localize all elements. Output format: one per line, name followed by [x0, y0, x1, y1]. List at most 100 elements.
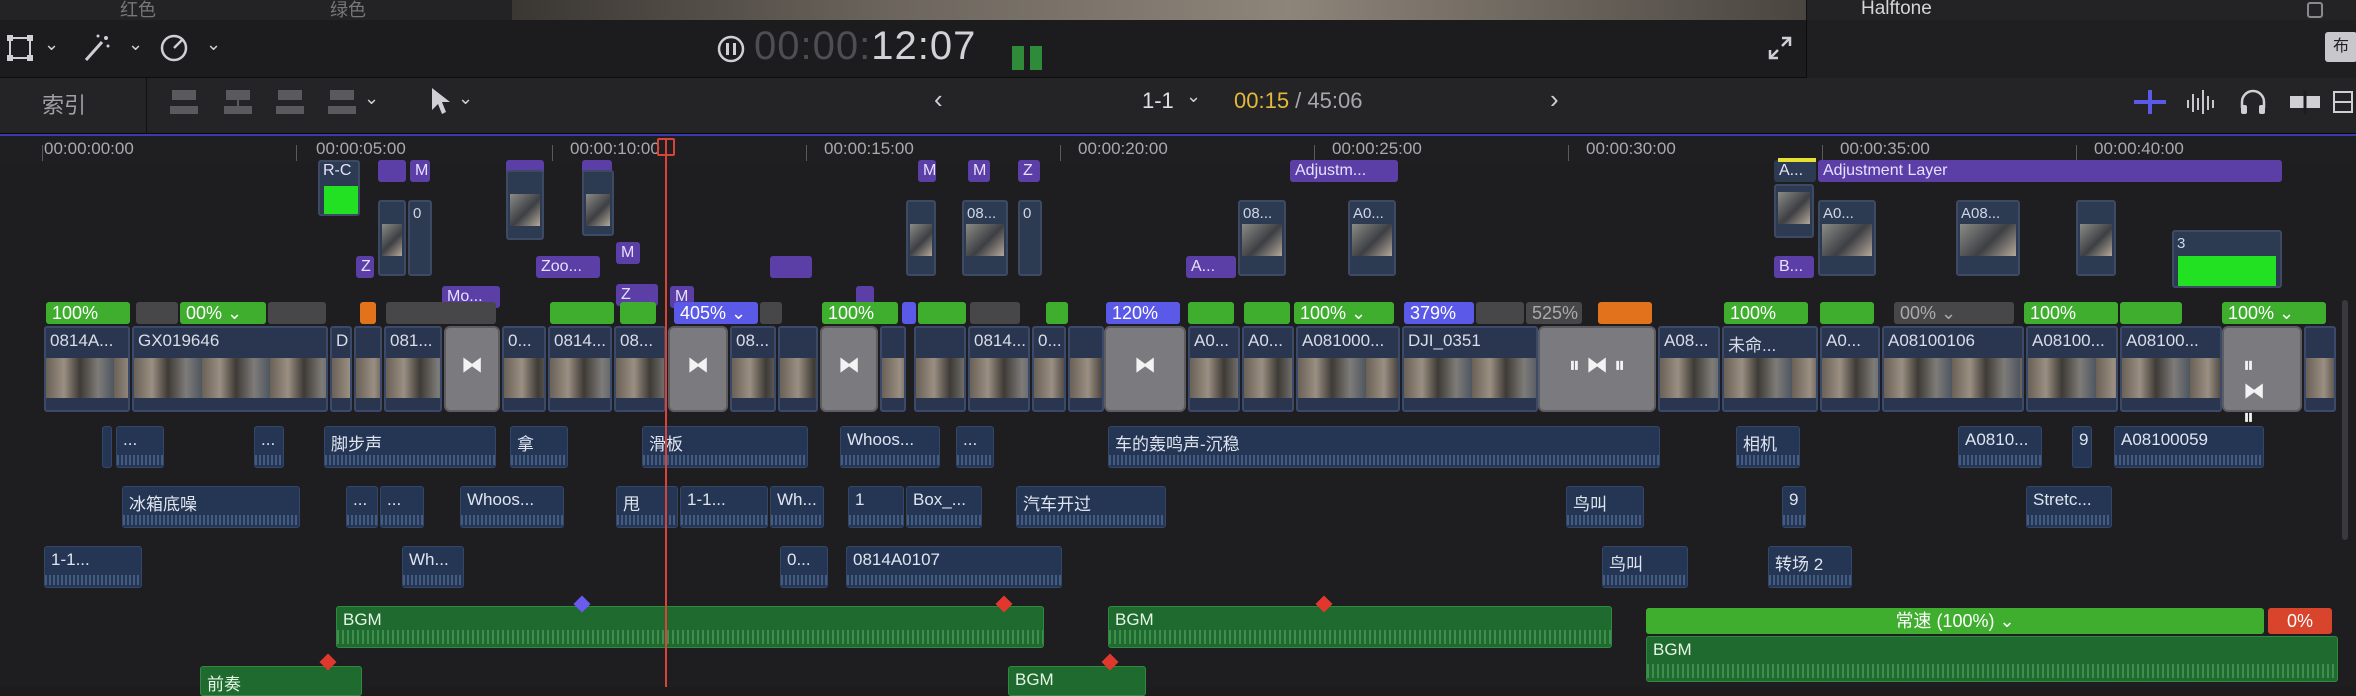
video-clip[interactable]: 081...	[384, 326, 442, 412]
transition[interactable]: ⧓	[820, 326, 878, 412]
audio-clip[interactable]: Whoos...	[460, 486, 564, 528]
audio-clip[interactable]: ...	[956, 426, 994, 468]
video-clip[interactable]: D	[330, 326, 352, 412]
retime-bar[interactable]: 100%	[46, 302, 130, 324]
audio-clip[interactable]	[102, 426, 112, 468]
video-clip[interactable]	[2304, 326, 2336, 412]
audio-clip[interactable]: Wh...	[770, 486, 824, 528]
retime-bar[interactable]	[970, 302, 1020, 324]
music-clip[interactable]: BGM	[1108, 606, 1612, 648]
audio-clip[interactable]: 车的轰鸣声-沉稳	[1108, 426, 1660, 468]
connected-clip[interactable]: R-C	[318, 160, 360, 216]
title-clip[interactable]: B...	[1774, 256, 1814, 278]
video-clip[interactable]: A0...	[1188, 326, 1240, 412]
playhead[interactable]	[665, 138, 667, 687]
video-clip[interactable]: 0814A...	[44, 326, 130, 412]
connected-clip[interactable]	[1774, 184, 1814, 238]
retime-bar[interactable]	[1476, 302, 1524, 324]
retime-bar[interactable]	[386, 302, 496, 324]
chevron-down-icon[interactable]: ⌄	[458, 88, 473, 109]
video-clip[interactable]	[880, 326, 906, 412]
audio-clip[interactable]: 相机	[1736, 426, 1800, 468]
title-clip[interactable]: A...	[1774, 160, 1816, 182]
audio-clip[interactable]: ...	[116, 426, 164, 468]
chevron-down-icon[interactable]: ⌄	[364, 88, 379, 109]
retime-bar[interactable]: 379%	[1404, 302, 1474, 324]
retime-bar[interactable]	[136, 302, 178, 324]
title-clip[interactable]	[378, 160, 406, 182]
video-clip[interactable]: 0814...	[968, 326, 1030, 412]
title-clip[interactable]: M	[968, 160, 990, 182]
retime-bar-normal-speed[interactable]: 常速 (100%) ⌄	[1646, 608, 2264, 634]
video-clip[interactable]	[914, 326, 966, 412]
audio-clip[interactable]: ...	[346, 486, 378, 528]
retime-bar[interactable]	[2120, 302, 2182, 324]
audio-clip[interactable]: 9	[1782, 486, 1806, 528]
append-clip-icon[interactable]	[274, 86, 306, 116]
connected-clip[interactable]	[378, 200, 406, 276]
connected-clip[interactable]	[506, 170, 544, 240]
connected-clip[interactable]: A08...	[1956, 200, 2020, 276]
retime-bar[interactable]: 00% ⌄	[1894, 302, 2014, 324]
transition[interactable]: ⧓	[444, 326, 500, 412]
music-clip[interactable]: BGM	[1008, 666, 1146, 696]
audio-clip[interactable]: Box_...	[906, 486, 982, 528]
title-clip[interactable]: A...	[1186, 256, 1236, 278]
title-clip[interactable]: Z	[356, 256, 374, 278]
audio-clip[interactable]: 鸟叫	[1602, 546, 1688, 588]
chevron-down-icon[interactable]: ⌄	[44, 34, 59, 55]
play-pause-icon[interactable]	[716, 34, 746, 64]
title-clip[interactable]: Z	[1018, 160, 1040, 182]
previous-icon[interactable]: ‹	[934, 84, 943, 115]
connected-clip[interactable]: 3	[2172, 230, 2282, 288]
connected-clip[interactable]: A0...	[1818, 200, 1876, 276]
transition[interactable]: ⧓	[668, 326, 728, 412]
retime-bar[interactable]	[918, 302, 966, 324]
audio-clip[interactable]: A08100059	[2114, 426, 2264, 468]
audio-clip[interactable]: A0810...	[1958, 426, 2042, 468]
video-clip[interactable]: 0...	[502, 326, 546, 412]
audio-clip[interactable]: 1	[848, 486, 904, 528]
audio-clip[interactable]: ...	[380, 486, 424, 528]
retime-bar[interactable]	[268, 302, 326, 324]
retime-bar[interactable]	[1820, 302, 1874, 324]
music-clip[interactable]: 前奏	[200, 666, 362, 696]
title-clip[interactable]: M	[918, 160, 936, 182]
title-clip[interactable]: Zoo...	[536, 256, 600, 278]
video-clip[interactable]: 08...	[614, 326, 666, 412]
video-clip[interactable]: GX019646	[132, 326, 328, 412]
video-clip[interactable]: A08...	[1658, 326, 1720, 412]
retime-bar[interactable]: 100%	[822, 302, 898, 324]
vertical-scrollbar[interactable]	[2342, 300, 2348, 540]
video-clip[interactable]: A0...	[1242, 326, 1294, 412]
video-clip[interactable]: 0...	[1032, 326, 1066, 412]
video-clip[interactable]: A08100...	[2120, 326, 2222, 412]
retime-bar[interactable]: 120%	[1106, 302, 1180, 324]
connected-clip[interactable]	[582, 170, 614, 236]
connected-clip[interactable]	[2076, 200, 2116, 276]
video-clip[interactable]: A0...	[1820, 326, 1880, 412]
connected-clip[interactable]: 0	[1018, 200, 1042, 276]
retime-bar[interactable]: 100%	[1724, 302, 1808, 324]
halftone-checkbox[interactable]	[2307, 2, 2323, 18]
audio-clip[interactable]: Wh...	[402, 546, 464, 588]
connect-clip-icon[interactable]	[168, 86, 200, 116]
tab-red[interactable]: 红色	[120, 0, 156, 22]
video-clip[interactable]	[778, 326, 818, 412]
retime-bar[interactable]	[1598, 302, 1652, 324]
video-clip[interactable]: 08...	[730, 326, 776, 412]
audio-clip[interactable]: Whoos...	[840, 426, 940, 468]
retime-bar[interactable]: 525%	[1526, 302, 1582, 324]
retime-bar[interactable]	[360, 302, 376, 324]
overwrite-clip-icon[interactable]	[326, 86, 358, 116]
retime-speed-icon[interactable]	[158, 32, 190, 64]
transform-icon[interactable]	[6, 34, 34, 62]
title-clip[interactable]	[770, 256, 812, 278]
music-clip[interactable]: BGM	[336, 606, 1044, 648]
clip-appearance-icon[interactable]	[2332, 88, 2354, 116]
magic-wand-icon[interactable]	[80, 32, 112, 64]
title-clip[interactable]: M	[410, 160, 430, 182]
audio-clip[interactable]: 转场 2	[1768, 546, 1852, 588]
retime-bar[interactable]: 100% ⌄	[1294, 302, 1394, 324]
retime-bar[interactable]: 100%	[2024, 302, 2118, 324]
